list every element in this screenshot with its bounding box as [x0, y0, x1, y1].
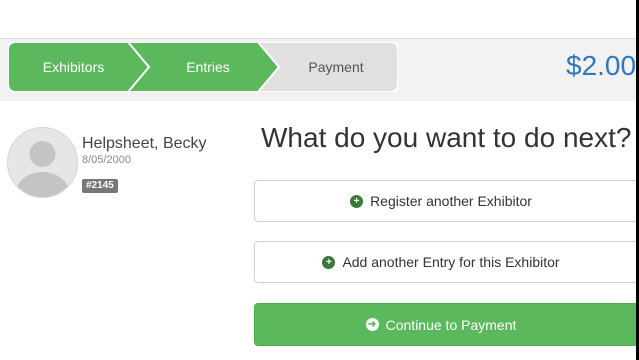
plus-circle-icon: + [350, 194, 364, 208]
next-step-heading: What do you want to do next? [261, 122, 632, 153]
plus-circle-icon: + [322, 255, 336, 269]
continue-to-payment-button[interactable]: ➜ Continue to Payment [254, 303, 639, 346]
arrow-circle-right-icon: ➜ [365, 318, 379, 331]
exhibitor-dob: 8/05/2000 [82, 154, 131, 166]
breadcrumb: Exhibitors Entries Payment [8, 42, 398, 92]
step-entries-label: Entries [186, 59, 230, 75]
exhibitor-id-badge: #2145 [82, 179, 118, 193]
step-payment[interactable]: Payment [258, 42, 398, 92]
avatar [7, 127, 78, 198]
step-payment-label: Payment [308, 59, 364, 75]
register-another-exhibitor-button[interactable]: + Register another Exhibitor [254, 180, 639, 222]
continue-button-label: Continue to Payment [385, 316, 517, 333]
user-icon [15, 141, 70, 197]
exhibitor-name: Helpsheet, Becky [82, 135, 207, 152]
step-exhibitors-label: Exhibitors [42, 59, 105, 75]
register-button-label: Register another Exhibitor [370, 193, 532, 209]
add-entry-button-label: Add another Entry for this Exhibitor [342, 254, 560, 270]
add-another-entry-button[interactable]: + Add another Entry for this Exhibitor [254, 241, 639, 283]
cart-total: $2.00 [566, 50, 637, 81]
